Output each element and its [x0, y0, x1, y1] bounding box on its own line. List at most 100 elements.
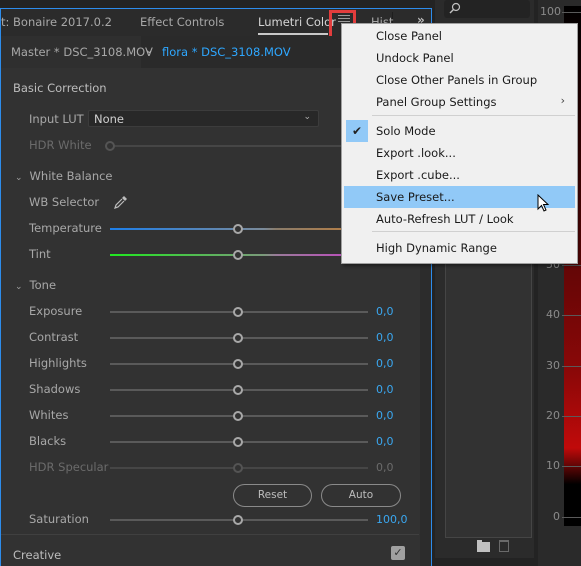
slider-thumb[interactable]	[233, 411, 243, 421]
menu-item-export-look[interactable]: Export .look...	[344, 142, 575, 164]
menu-item-close-panel[interactable]: Close Panel	[344, 25, 575, 47]
shadows-value[interactable]: 0,0	[376, 383, 394, 396]
app-root: t: Bonaire 2017.0.2 Effect Controls Lume…	[0, 0, 581, 566]
temperature-label: Temperature	[29, 221, 102, 235]
menu-item-undock-panel[interactable]: Undock Panel	[344, 47, 575, 69]
contrast-slider[interactable]	[110, 333, 368, 343]
scope-gridline	[562, 12, 581, 13]
highlights-slider[interactable]	[110, 359, 368, 369]
tone-header[interactable]: ⌄ Tone	[15, 278, 56, 292]
menu-item-label: Auto-Refresh LUT / Look	[376, 212, 514, 226]
menu-item-label: Save Preset...	[376, 190, 455, 204]
whites-slider[interactable]	[110, 411, 368, 421]
blacks-value[interactable]: 0,0	[376, 435, 394, 448]
highlights-label: Highlights	[29, 356, 87, 370]
shadows-label: Shadows	[29, 382, 81, 396]
auto-button[interactable]: Auto	[321, 484, 401, 507]
menu-separator	[372, 231, 575, 232]
saturation-slider[interactable]	[110, 515, 368, 525]
white-balance-label: White Balance	[29, 169, 113, 183]
tint-label: Tint	[29, 247, 51, 261]
submenu-arrow-icon: ›	[560, 94, 565, 107]
white-balance-header[interactable]: ⌄ White Balance	[15, 169, 113, 183]
menu-item-label: Close Other Panels in Group	[376, 73, 538, 87]
chevron-down-icon: ⌄	[303, 112, 311, 122]
checkmark-icon: ✔	[346, 120, 368, 142]
menu-item-label: Solo Mode	[376, 124, 436, 138]
tab-lumetri-color[interactable]: Lumetri Color	[258, 15, 336, 29]
slider-thumb[interactable]	[233, 463, 243, 473]
reset-button[interactable]: Reset	[233, 484, 312, 507]
tab-effect-controls[interactable]: Effect Controls	[140, 15, 224, 29]
basic-correction-title[interactable]: Basic Correction	[13, 81, 107, 95]
new-folder-icon[interactable]	[477, 540, 490, 552]
slider-thumb[interactable]	[105, 141, 115, 151]
input-lut-label: Input LUT	[29, 112, 84, 126]
highlights-value[interactable]: 0,0	[376, 357, 394, 370]
scope-label: 30	[546, 359, 560, 372]
scope-gridline	[562, 517, 581, 518]
menu-item-label: Panel Group Settings	[376, 95, 497, 109]
tone-label: Tone	[29, 278, 57, 292]
wb-selector-label: WB Selector	[29, 195, 100, 209]
hdr-specular-slider[interactable]	[110, 463, 368, 473]
scope-gridline	[562, 366, 581, 367]
saturation-label: Saturation	[29, 512, 89, 526]
menu-item-panel-group-settings[interactable]: Panel Group Settings ›	[344, 91, 575, 113]
creative-enable-checkbox[interactable]: ✓	[391, 546, 405, 560]
menu-item-solo-mode[interactable]: Solo Mode ✔	[344, 120, 575, 142]
slider-thumb[interactable]	[233, 307, 243, 317]
scope-gridline	[562, 315, 581, 316]
menu-item-label: Close Panel	[376, 29, 443, 43]
hdr-specular-value[interactable]: 0,0	[376, 461, 394, 474]
saturation-value[interactable]: 100,0	[376, 513, 408, 526]
active-clip-label[interactable]: flora * DSC_3108.MOV	[162, 45, 291, 59]
slider-thumb[interactable]	[233, 333, 243, 343]
menu-item-label: Export .cube...	[376, 168, 460, 182]
exposure-slider[interactable]	[110, 307, 368, 317]
scope-label: 10	[546, 459, 560, 472]
slider-thumb[interactable]	[233, 359, 243, 369]
clip-dropdown-chevron-icon[interactable]: ⌄	[145, 45, 153, 56]
input-lut-dropdown[interactable]: None ⌄	[88, 110, 319, 127]
scope-label: 40	[546, 308, 560, 321]
master-clip-tab[interactable]: Master * DSC_3108.MOV	[1, 36, 153, 68]
blacks-slider[interactable]	[110, 437, 368, 447]
scope-gridline	[562, 466, 581, 467]
scope-label: 20	[546, 409, 560, 422]
menu-item-label: Export .look...	[376, 146, 456, 160]
menu-item-label: Undock Panel	[376, 51, 454, 65]
hdr-specular-label: HDR Specular	[29, 460, 109, 474]
scope-label: 100	[540, 5, 561, 18]
shadows-slider[interactable]	[110, 385, 368, 395]
menu-item-export-cube[interactable]: Export .cube...	[344, 164, 575, 186]
hdr-white-label: HDR White	[29, 138, 92, 152]
scope-label: 0	[553, 510, 560, 523]
scope-gridline	[562, 265, 581, 266]
slider-thumb[interactable]	[233, 385, 243, 395]
exposure-label: Exposure	[29, 304, 83, 318]
whites-value[interactable]: 0,0	[376, 409, 394, 422]
menu-item-high-dynamic-range[interactable]: High Dynamic Range	[344, 237, 575, 259]
contrast-value[interactable]: 0,0	[376, 331, 394, 344]
tab-source[interactable]: t: Bonaire 2017.0.2	[1, 15, 112, 29]
section-divider	[1, 534, 419, 535]
panel-context-menu: Close Panel Undock Panel Close Other Panel…	[341, 23, 578, 264]
slider-thumb[interactable]	[233, 250, 243, 260]
slider-thumb[interactable]	[233, 515, 243, 525]
scope-gridline	[562, 416, 581, 417]
exposure-value[interactable]: 0,0	[376, 305, 394, 318]
contrast-label: Contrast	[29, 330, 79, 344]
creative-title[interactable]: Creative	[13, 548, 61, 562]
menu-separator	[372, 115, 575, 116]
preset-search-input[interactable]	[444, 0, 530, 18]
menu-item-close-other-panels-in-group[interactable]: Close Other Panels in Group	[344, 69, 575, 91]
input-lut-value: None	[94, 112, 125, 126]
active-tab-indicator	[258, 33, 328, 35]
slider-thumb[interactable]	[233, 437, 243, 447]
eyedropper-icon[interactable]	[113, 194, 129, 210]
slider-thumb[interactable]	[233, 224, 243, 234]
search-icon	[449, 2, 461, 14]
trash-icon[interactable]	[499, 540, 509, 552]
blacks-label: Blacks	[29, 434, 67, 448]
